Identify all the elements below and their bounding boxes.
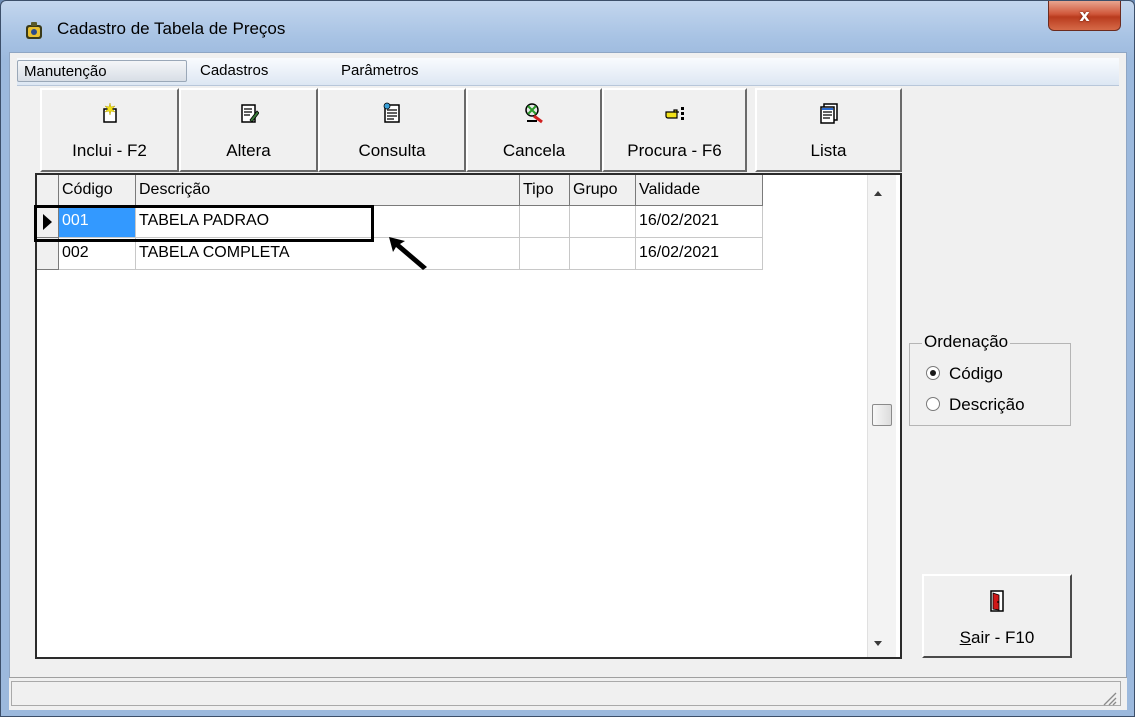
cell-validade[interactable]: 16/02/2021: [636, 206, 763, 238]
close-button[interactable]: x: [1048, 1, 1121, 31]
ordenacao-descricao-option[interactable]: Descrição: [926, 395, 1025, 417]
current-row-arrow-icon: [43, 214, 52, 230]
cell-codigo[interactable]: 001: [59, 206, 136, 238]
vertical-scrollbar[interactable]: [867, 175, 896, 657]
app-icon: [26, 22, 42, 39]
status-bar: [9, 677, 1127, 710]
cell-descricao[interactable]: TABELA COMPLETA: [136, 238, 520, 270]
column-header-descricao[interactable]: Descrição: [136, 175, 520, 206]
radio-codigo-label: Código: [949, 364, 1003, 383]
procura-button[interactable]: Procura - F6: [602, 88, 747, 172]
cancel-icon: [525, 103, 543, 124]
resize-grip-icon[interactable]: [1098, 687, 1118, 707]
radio-codigo[interactable]: [926, 366, 940, 380]
lista-label: Lista: [810, 141, 847, 160]
scroll-thumb[interactable]: [872, 404, 892, 426]
status-panel: [11, 681, 1121, 706]
menu-manutencao[interactable]: Manutenção: [17, 60, 187, 82]
ordenacao-group: Ordenação Código Descrição: [909, 332, 1071, 426]
row-indicator[interactable]: [37, 206, 59, 238]
procura-label: Procura - F6: [627, 141, 722, 160]
scroll-up-icon[interactable]: [874, 191, 882, 196]
row-indicator[interactable]: [37, 238, 59, 270]
menu-cadastros[interactable]: Cadastros: [194, 60, 304, 82]
ordenacao-codigo-option[interactable]: Código: [926, 364, 1003, 386]
cell-grupo[interactable]: [570, 238, 636, 270]
exit-door-icon: [990, 590, 1004, 612]
sair-label: Sair - F10: [959, 628, 1035, 647]
inclui-label: Inclui - F2: [72, 141, 147, 160]
cancela-label: Cancela: [502, 141, 566, 160]
column-header-validade[interactable]: Validade: [636, 175, 763, 206]
menu-parametros[interactable]: Parâmetros: [335, 60, 465, 82]
cancela-button[interactable]: Cancela: [466, 88, 602, 172]
sair-button[interactable]: Sair - F10: [922, 574, 1072, 658]
cell-descricao[interactable]: TABELA PADRAO: [136, 206, 520, 238]
scroll-down-icon[interactable]: [874, 641, 882, 646]
cell-codigo[interactable]: 002: [59, 238, 136, 270]
altera-label: Altera: [226, 141, 271, 160]
radio-descricao-label: Descrição: [949, 395, 1025, 414]
column-header-codigo[interactable]: Código: [59, 175, 136, 206]
ordenacao-legend: Ordenação: [922, 332, 1011, 352]
pointer-arrow-icon: [389, 237, 427, 270]
main-window: Cadastro de Tabela de Preços x Manutençã…: [0, 0, 1135, 717]
title-bar[interactable]: Cadastro de Tabela de Preços x: [1, 1, 1134, 51]
menu-bar: Manutenção Cadastros Parâmetros: [17, 58, 1119, 86]
cell-tipo[interactable]: [520, 238, 570, 270]
edit-document-icon: [240, 104, 259, 123]
window-title: Cadastro de Tabela de Preços: [57, 19, 286, 38]
list-document-icon: [819, 103, 838, 124]
column-header-grupo[interactable]: Grupo: [570, 175, 636, 206]
cell-tipo[interactable]: [520, 206, 570, 238]
inclui-button[interactable]: Inclui - F2: [40, 88, 179, 172]
new-document-icon: [102, 102, 117, 123]
close-icon: x: [1079, 6, 1090, 25]
lista-button[interactable]: Lista: [755, 88, 902, 172]
view-document-icon: [383, 102, 400, 123]
column-header-tipo[interactable]: Tipo: [520, 175, 570, 206]
cell-validade[interactable]: 16/02/2021: [636, 238, 763, 270]
price-table-grid[interactable]: Código Descrição Tipo Grupo Validade 001…: [35, 173, 902, 659]
altera-button[interactable]: Altera: [179, 88, 318, 172]
consulta-label: Consulta: [358, 141, 426, 160]
cell-grupo[interactable]: [570, 206, 636, 238]
radio-descricao[interactable]: [926, 397, 940, 411]
consulta-button[interactable]: Consulta: [318, 88, 466, 172]
search-pointer-icon: [664, 107, 684, 120]
header-indicator: [37, 175, 59, 206]
